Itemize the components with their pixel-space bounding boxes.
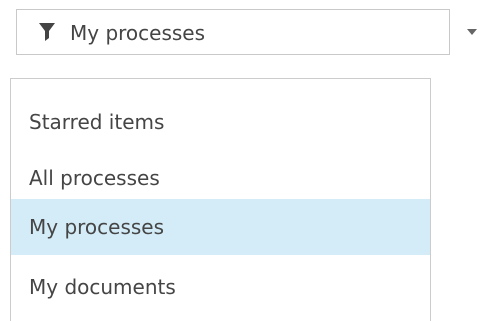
filter-dropdown-menu: Starred items All processes My processes… <box>10 78 431 321</box>
process-filter-widget: My processes Starred items All processes… <box>0 0 481 321</box>
menu-item-starred-items[interactable]: Starred items <box>11 94 430 150</box>
filter-selected-value: My processes <box>70 21 206 45</box>
chevron-down-icon[interactable] <box>467 29 477 35</box>
process-filter-select[interactable]: My processes <box>16 9 450 55</box>
menu-item-my-processes[interactable]: My processes <box>11 199 430 255</box>
menu-item-my-documents[interactable]: My documents <box>11 259 430 315</box>
funnel-icon <box>39 23 55 41</box>
menu-item-all-processes[interactable]: All processes <box>11 150 430 206</box>
